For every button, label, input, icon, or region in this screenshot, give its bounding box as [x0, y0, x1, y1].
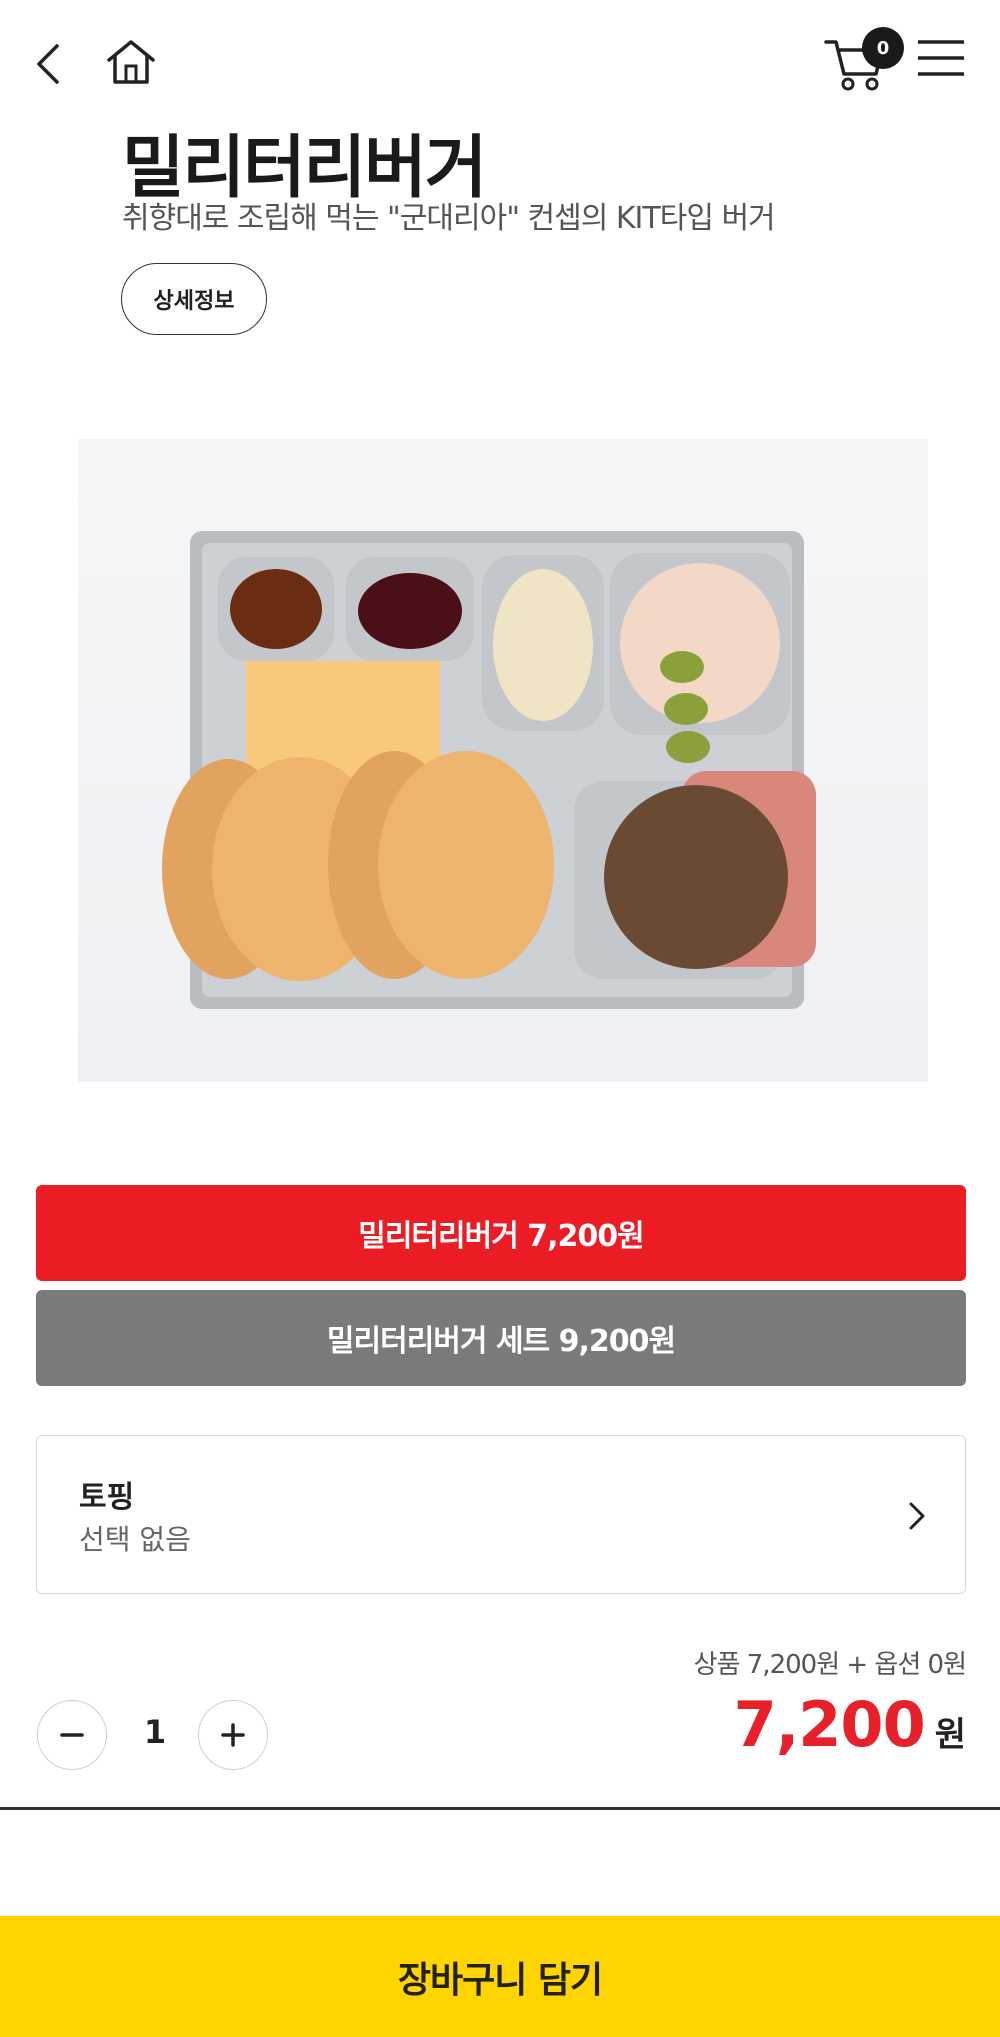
- back-button[interactable]: [24, 40, 72, 88]
- total-price-value: 7,200: [733, 1688, 926, 1761]
- chevron-left-icon: [37, 44, 59, 84]
- detail-info-button[interactable]: 상세정보: [121, 263, 267, 335]
- minus-icon: [60, 1733, 84, 1737]
- menu-button[interactable]: [914, 36, 968, 80]
- topping-title: 토핑: [79, 1480, 135, 1515]
- quantity-minus-button[interactable]: [37, 1700, 107, 1770]
- quantity-plus-button[interactable]: [198, 1700, 268, 1770]
- option-single-button[interactable]: 밀리터리버거 7,200원: [36, 1185, 966, 1281]
- home-icon: [107, 40, 155, 84]
- topping-value: 선택 없음: [79, 1523, 191, 1556]
- topping-selector[interactable]: 토핑 선택 없음: [36, 1435, 966, 1594]
- option-set-button[interactable]: 밀리터리버거 세트 9,200원: [36, 1290, 966, 1386]
- hamburger-menu-icon: [918, 40, 964, 76]
- product-subtitle: 취향대로 조립해 먹는 "군대리아" 컨셉의 KIT타입 버거: [122, 201, 776, 236]
- product-image: [78, 439, 928, 1082]
- quantity-value: 1: [143, 1713, 167, 1751]
- cart-count-badge: 0: [862, 27, 904, 69]
- total-price-unit: 원: [934, 1715, 966, 1755]
- home-button[interactable]: [103, 36, 159, 88]
- plus-icon: [221, 1723, 245, 1747]
- price-summary: 상품 7,200원 + 옵션 0원: [693, 1650, 967, 1680]
- chevron-right-icon: [909, 1502, 925, 1530]
- add-to-cart-button[interactable]: 장바구니 담기: [0, 1916, 1000, 2037]
- total-price: 7,200 원: [734, 1688, 966, 1761]
- divider: [0, 1807, 1000, 1810]
